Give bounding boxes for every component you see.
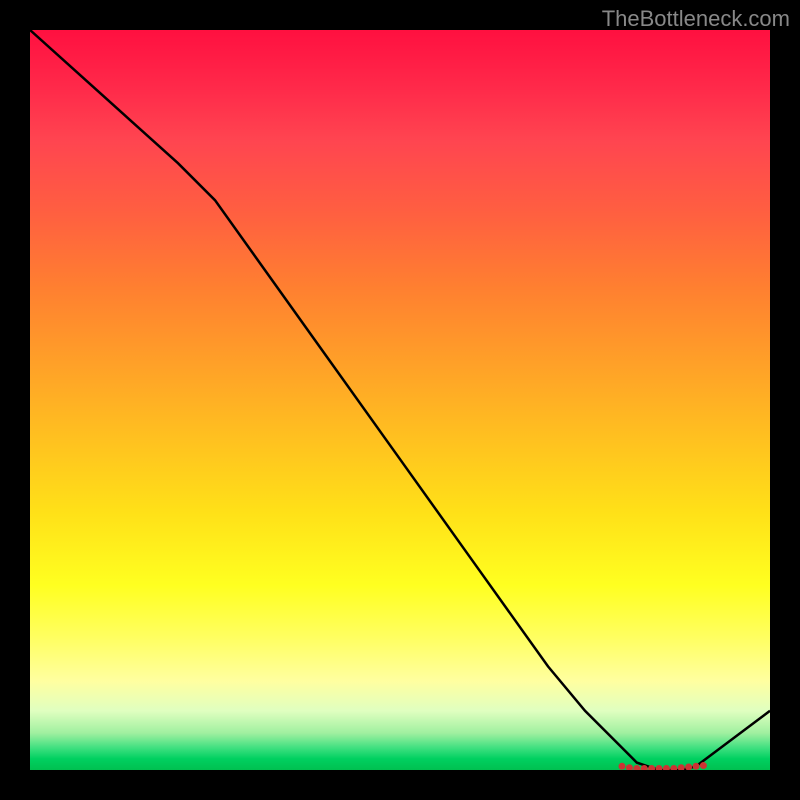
marker-dot [670,765,677,770]
curve-line [30,30,770,770]
marker-dot [619,763,626,770]
marker-dot [633,765,640,770]
watermark-text: TheBottleneck.com [602,6,790,32]
marker-dot [693,763,700,770]
marker-dot [656,765,663,770]
chart-svg [30,30,770,770]
marker-dot [700,762,707,769]
line-series [30,30,770,770]
marker-dot [678,764,685,770]
marker-dot [685,764,692,770]
marker-dot [626,764,633,770]
marker-dot [663,765,670,770]
chart-container: TheBottleneck.com [0,0,800,800]
